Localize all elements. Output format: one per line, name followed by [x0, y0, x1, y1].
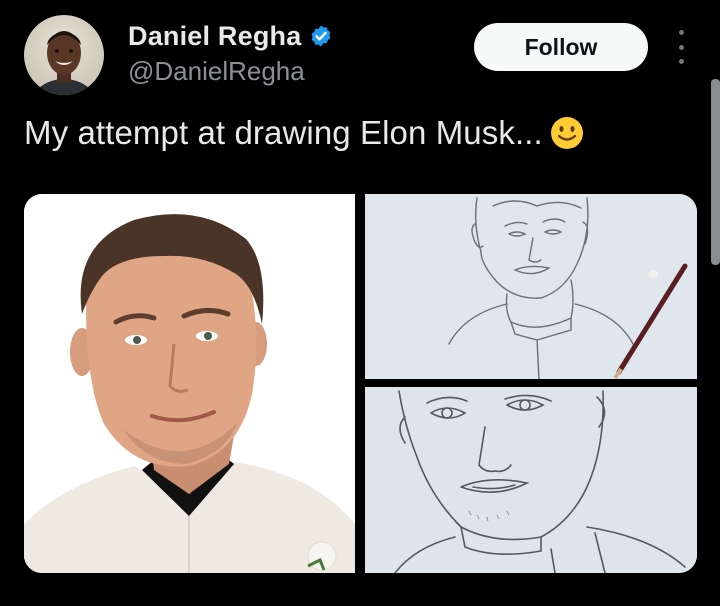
sketch-image-icon [365, 387, 697, 573]
slightly-smiling-face-icon [549, 115, 585, 151]
avatar-image [33, 31, 95, 95]
tweet-text-row: My attempt at drawing Elon Musk... [24, 114, 585, 152]
tweet-text: My attempt at drawing Elon Musk... [24, 114, 543, 151]
media-grid [24, 194, 697, 573]
author-name-row: Daniel Regha [128, 20, 333, 52]
more-options-icon[interactable] [671, 30, 691, 64]
author-handle[interactable]: @DanielRegha [128, 56, 305, 87]
author-avatar[interactable] [24, 15, 104, 95]
media-photo[interactable] [24, 194, 355, 573]
sketch-image-icon [365, 194, 697, 379]
follow-button[interactable]: Follow [474, 23, 648, 71]
portrait-photo-icon [24, 194, 355, 573]
verified-badge-icon [309, 24, 333, 48]
media-sketch-bottom[interactable] [365, 387, 697, 573]
tweet: Daniel Regha @DanielRegha Follow My atte… [0, 0, 720, 606]
scrollbar-thumb[interactable] [711, 79, 720, 265]
media-sketch-top[interactable] [365, 194, 697, 379]
author-display-name[interactable]: Daniel Regha [128, 21, 301, 52]
